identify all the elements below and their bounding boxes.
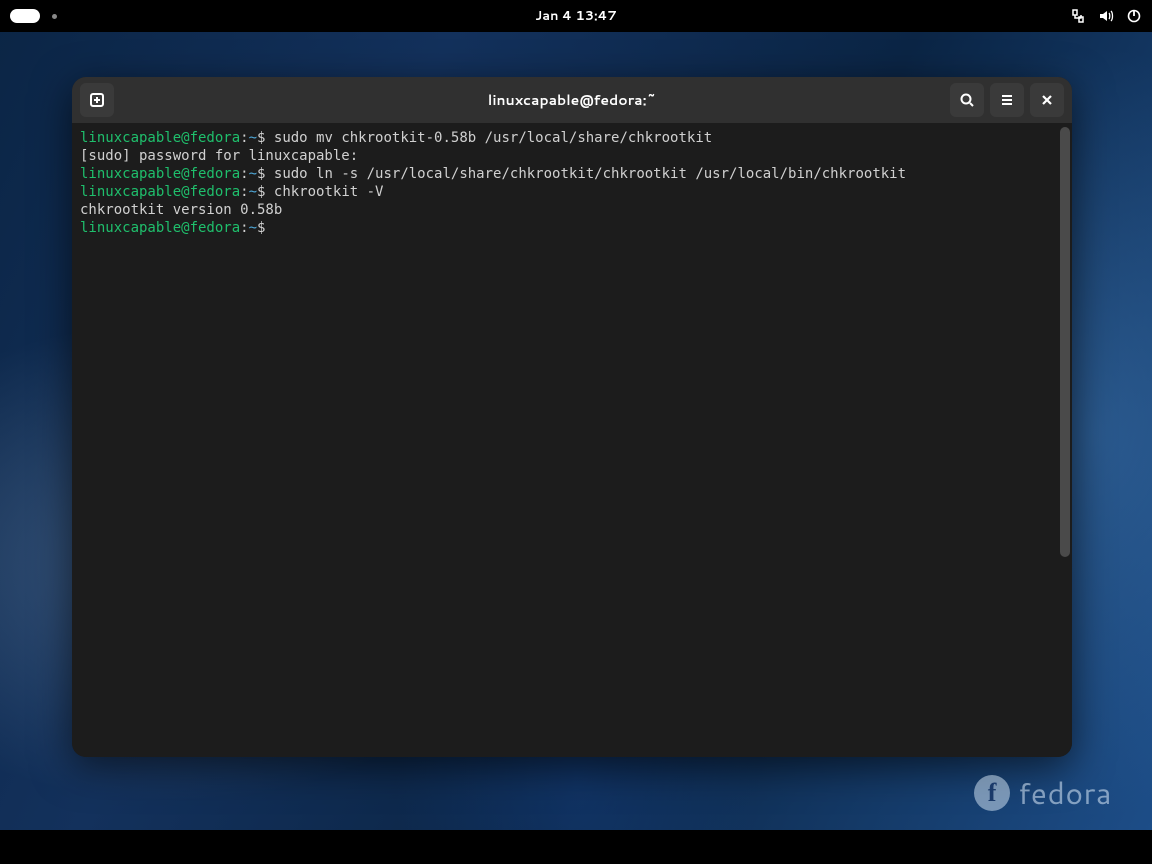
activities-dot-icon (52, 14, 57, 19)
terminal-line: linuxcapable@fedora:~$ chkrootkit -V (80, 183, 1064, 201)
terminal-line: linuxcapable@fedora:~$ sudo ln -s /usr/l… (80, 165, 1064, 183)
fedora-logo-icon: f (974, 775, 1010, 811)
terminal-line: linuxcapable@fedora:~$ (80, 219, 1064, 237)
menu-button[interactable] (990, 83, 1024, 117)
bottom-strip (0, 830, 1152, 864)
window-title: linuxcapable@fedora:~ (488, 90, 656, 110)
terminal-line: chkrootkit version 0.58b (80, 201, 1064, 219)
network-icon (1070, 8, 1086, 24)
scrollbar-thumb[interactable] (1060, 127, 1070, 557)
activities-pill-icon (10, 9, 40, 23)
activities-button[interactable] (10, 9, 57, 23)
search-button[interactable] (950, 83, 984, 117)
gnome-topbar: Jan 4 13:47 (0, 0, 1152, 32)
plus-icon (89, 92, 105, 108)
fedora-watermark: f fedora (974, 771, 1112, 814)
new-tab-button[interactable] (80, 83, 114, 117)
terminal-line: linuxcapable@fedora:~$ sudo mv chkrootki… (80, 129, 1064, 147)
volume-icon (1098, 8, 1114, 24)
power-icon (1126, 8, 1142, 24)
terminal-body[interactable]: linuxcapable@fedora:~$ sudo mv chkrootki… (72, 123, 1072, 757)
terminal-window: linuxcapable@fedora:~ linuxcapable@fedor… (72, 77, 1072, 757)
hamburger-icon (999, 92, 1015, 108)
close-icon (1039, 92, 1055, 108)
terminal-line: [sudo] password for linuxcapable: (80, 147, 1064, 165)
window-titlebar[interactable]: linuxcapable@fedora:~ (72, 77, 1072, 123)
clock[interactable]: Jan 4 13:47 (535, 7, 617, 25)
fedora-watermark-text: fedora (1018, 771, 1112, 814)
close-button[interactable] (1030, 83, 1064, 117)
system-tray[interactable] (1070, 8, 1142, 24)
search-icon (959, 92, 975, 108)
